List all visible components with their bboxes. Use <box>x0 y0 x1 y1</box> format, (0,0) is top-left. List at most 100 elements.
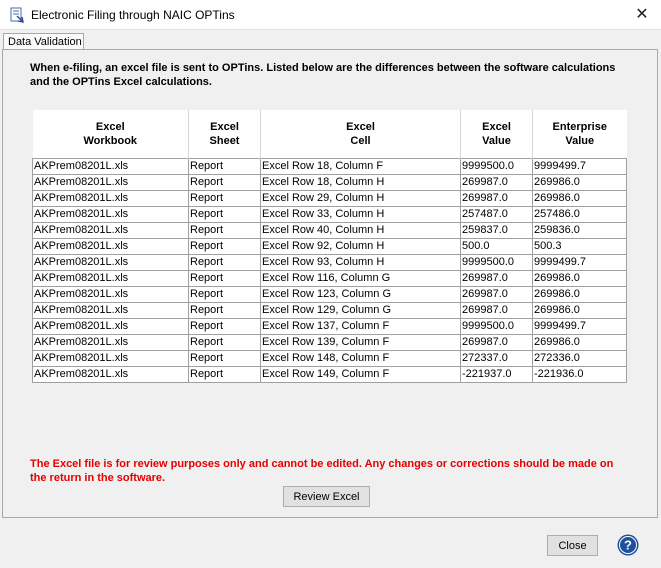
intro-text: When e-filing, an excel file is sent to … <box>30 62 616 88</box>
cell-excel-value: 272337.0 <box>460 349 533 367</box>
cell-excel-cell: Excel Row 18, Column H <box>260 173 461 191</box>
cell-excel-cell: Excel Row 33, Column H <box>260 205 461 223</box>
cell-excel-value: 269987.0 <box>460 269 533 287</box>
review-excel-button[interactable]: Review Excel <box>283 486 370 507</box>
cell-sheet: Report <box>188 205 261 223</box>
help-glyph: ? <box>624 538 632 553</box>
app-icon <box>10 7 24 23</box>
col-header-enterprise-value[interactable]: Enterprise Value <box>532 110 627 158</box>
cell-excel-value: 257487.0 <box>460 205 533 223</box>
cell-excel-value: 269987.0 <box>460 333 533 351</box>
table-row[interactable]: AKPrem08201L.xls Report Excel Row 33, Colu… <box>32 205 627 223</box>
cell-workbook: AKPrem08201L.xls <box>32 269 189 287</box>
cell-sheet: Report <box>188 285 261 303</box>
table-body: AKPrem08201L.xls Report Excel Row 18, Colu… <box>32 157 627 383</box>
cell-sheet: Report <box>188 253 261 271</box>
cell-excel-cell: Excel Row 18, Column F <box>260 157 461 175</box>
tab-data-validation[interactable]: Data Validation <box>3 33 84 50</box>
cell-excel-cell: Excel Row 40, Column H <box>260 221 461 239</box>
cell-sheet: Report <box>188 157 261 175</box>
cell-workbook: AKPrem08201L.xls <box>32 205 189 223</box>
table-row[interactable]: AKPrem08201L.xls Report Excel Row 116, Col… <box>32 269 627 287</box>
col-header-cell[interactable]: Excel Cell <box>260 110 461 158</box>
cell-excel-cell: Excel Row 116, Column G <box>260 269 461 287</box>
table-row[interactable]: AKPrem08201L.xls Report Excel Row 149, Col… <box>32 365 627 383</box>
cell-workbook: AKPrem08201L.xls <box>32 285 189 303</box>
cell-workbook: AKPrem08201L.xls <box>32 349 189 367</box>
cell-enterprise-value: 259836.0 <box>532 221 627 239</box>
cell-enterprise-value: 269986.0 <box>532 285 627 303</box>
table-row[interactable]: AKPrem08201L.xls Report Excel Row 40, Colu… <box>32 221 627 239</box>
table-row[interactable]: AKPrem08201L.xls Report Excel Row 129, Col… <box>32 301 627 319</box>
title-bar: Electronic Filing through NAIC OPTins ✕ <box>0 0 661 30</box>
table-row[interactable]: AKPrem08201L.xls Report Excel Row 139, Col… <box>32 333 627 351</box>
cell-sheet: Report <box>188 333 261 351</box>
cell-excel-cell: Excel Row 93, Column H <box>260 253 461 271</box>
cell-excel-value: 500.0 <box>460 237 533 255</box>
cell-workbook: AKPrem08201L.xls <box>32 173 189 191</box>
cell-sheet: Report <box>188 269 261 287</box>
cell-excel-value: 9999500.0 <box>460 253 533 271</box>
cell-sheet: Report <box>188 237 261 255</box>
cell-enterprise-value: -221936.0 <box>532 365 627 383</box>
cell-excel-cell: Excel Row 123, Column G <box>260 285 461 303</box>
table-row[interactable]: AKPrem08201L.xls Report Excel Row 148, Col… <box>32 349 627 367</box>
cell-workbook: AKPrem08201L.xls <box>32 317 189 335</box>
differences-table: Excel Workbook Excel Sheet Excel Cell Excel… <box>32 110 627 383</box>
cell-enterprise-value: 257486.0 <box>532 205 627 223</box>
table-row[interactable]: AKPrem08201L.xls Report Excel Row 93, Colu… <box>32 253 627 271</box>
table-row[interactable]: AKPrem08201L.xls Report Excel Row 18, Colu… <box>32 157 627 175</box>
cell-sheet: Report <box>188 301 261 319</box>
cell-excel-cell: Excel Row 92, Column H <box>260 237 461 255</box>
cell-sheet: Report <box>188 349 261 367</box>
cell-excel-value: 269987.0 <box>460 173 533 191</box>
cell-workbook: AKPrem08201L.xls <box>32 253 189 271</box>
table-row[interactable]: AKPrem08201L.xls Report Excel Row 18, Colu… <box>32 173 627 191</box>
cell-excel-value: -221937.0 <box>460 365 533 383</box>
cell-sheet: Report <box>188 365 261 383</box>
table-header-row: Excel Workbook Excel Sheet Excel Cell Excel… <box>32 110 627 158</box>
cell-enterprise-value: 269986.0 <box>532 333 627 351</box>
cell-workbook: AKPrem08201L.xls <box>32 189 189 207</box>
cell-sheet: Report <box>188 189 261 207</box>
cell-excel-value: 259837.0 <box>460 221 533 239</box>
cell-excel-cell: Excel Row 29, Column H <box>260 189 461 207</box>
help-icon[interactable]: ? <box>617 534 639 556</box>
cell-enterprise-value: 269986.0 <box>532 301 627 319</box>
cell-enterprise-value: 9999499.7 <box>532 157 627 175</box>
table-row[interactable]: AKPrem08201L.xls Report Excel Row 123, Col… <box>32 285 627 303</box>
cell-workbook: AKPrem08201L.xls <box>32 365 189 383</box>
window-close-button[interactable]: ✕ <box>631 4 653 26</box>
cell-excel-value: 269987.0 <box>460 301 533 319</box>
cell-excel-value: 9999500.0 <box>460 157 533 175</box>
cell-excel-cell: Excel Row 129, Column G <box>260 301 461 319</box>
review-note: The Excel file is for review purposes on… <box>30 458 614 484</box>
cell-enterprise-value: 272336.0 <box>532 349 627 367</box>
cell-enterprise-value: 9999499.7 <box>532 317 627 335</box>
cell-excel-cell: Excel Row 149, Column F <box>260 365 461 383</box>
cell-enterprise-value: 269986.0 <box>532 189 627 207</box>
close-icon: ✕ <box>635 6 649 23</box>
cell-sheet: Report <box>188 221 261 239</box>
cell-excel-value: 9999500.0 <box>460 317 533 335</box>
col-header-excel-value[interactable]: Excel Value <box>460 110 533 158</box>
cell-workbook: AKPrem08201L.xls <box>32 237 189 255</box>
cell-workbook: AKPrem08201L.xls <box>32 157 189 175</box>
cell-excel-cell: Excel Row 137, Column F <box>260 317 461 335</box>
cell-excel-cell: Excel Row 139, Column F <box>260 333 461 351</box>
col-header-workbook[interactable]: Excel Workbook <box>32 110 189 158</box>
table-row[interactable]: AKPrem08201L.xls Report Excel Row 29, Colu… <box>32 189 627 207</box>
table-row[interactable]: AKPrem08201L.xls Report Excel Row 92, Colu… <box>32 237 627 255</box>
cell-sheet: Report <box>188 173 261 191</box>
window-title: Electronic Filing through NAIC OPTins <box>31 8 235 22</box>
cell-excel-value: 269987.0 <box>460 285 533 303</box>
table-row[interactable]: AKPrem08201L.xls Report Excel Row 137, Col… <box>32 317 627 335</box>
cell-enterprise-value: 500.3 <box>532 237 627 255</box>
cell-workbook: AKPrem08201L.xls <box>32 221 189 239</box>
cell-excel-cell: Excel Row 148, Column F <box>260 349 461 367</box>
cell-enterprise-value: 269986.0 <box>532 173 627 191</box>
cell-workbook: AKPrem08201L.xls <box>32 301 189 319</box>
close-button[interactable]: Close <box>547 535 598 556</box>
col-header-sheet[interactable]: Excel Sheet <box>188 110 261 158</box>
cell-enterprise-value: 269986.0 <box>532 269 627 287</box>
